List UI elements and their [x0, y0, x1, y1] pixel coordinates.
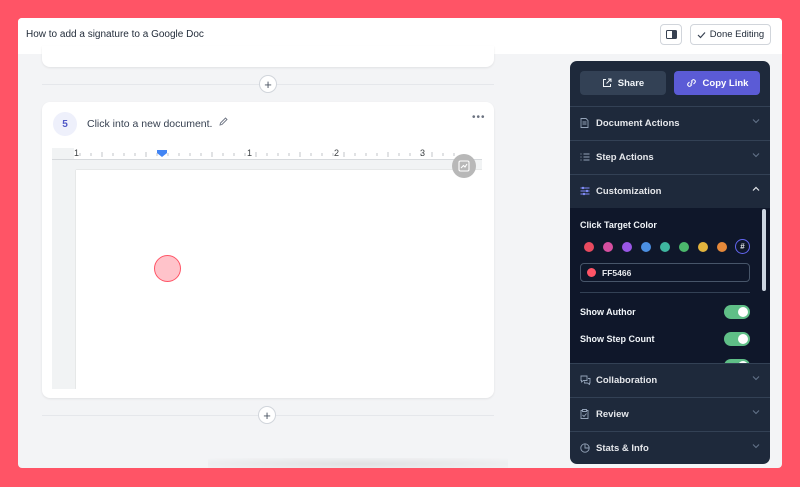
section-label: Collaboration — [596, 374, 658, 386]
share-button[interactable]: Share — [580, 71, 666, 95]
sidebar-panel-icon — [665, 30, 677, 39]
document-icon — [580, 118, 592, 128]
copy-link-label: Copy Link — [702, 77, 749, 89]
doc-ruler: 1 1 2 3 — [52, 148, 482, 160]
panel-toggle-button[interactable] — [660, 24, 682, 45]
chevron-down-icon — [752, 410, 760, 415]
chevron-down-icon — [752, 153, 760, 158]
ruler-number: 1 — [74, 148, 80, 158]
hex-value: FF5466 — [602, 267, 632, 278]
app-window: How to add a signature to a Google Doc D… — [18, 18, 782, 468]
color-swatch[interactable] — [717, 242, 727, 252]
zoom-button[interactable] — [452, 154, 476, 178]
color-swatch[interactable] — [603, 242, 613, 252]
chevron-up-icon — [752, 186, 760, 191]
indent-marker-icon — [157, 150, 167, 157]
section-label: Step Actions — [596, 151, 654, 163]
external-link-icon — [602, 78, 612, 87]
show-author-row: Show Author — [580, 304, 750, 320]
selected-color-dot — [587, 268, 596, 277]
hex-color-input[interactable]: FF5466 — [580, 263, 750, 282]
chat-icon — [580, 375, 592, 385]
link-icon — [686, 79, 696, 87]
show-step-count-row: Show Step Count — [580, 331, 750, 347]
add-step-button[interactable]: + — [259, 75, 277, 93]
check-icon — [697, 31, 706, 38]
done-editing-label: Done Editing — [709, 29, 765, 40]
pencil-icon[interactable] — [218, 116, 229, 127]
section-step-actions[interactable]: Step Actions — [570, 140, 770, 173]
plus-icon: + — [263, 407, 271, 423]
section-review[interactable]: Review — [570, 397, 770, 430]
color-swatch[interactable] — [622, 242, 632, 252]
pie-chart-icon — [580, 443, 592, 453]
hash-icon: # — [740, 242, 745, 251]
section-label: Customization — [596, 185, 662, 197]
color-swatch[interactable] — [641, 242, 651, 252]
color-swatch[interactable] — [584, 242, 594, 252]
custom-color-button[interactable]: # — [735, 239, 750, 254]
share-label: Share — [617, 77, 645, 89]
sidebar-panel: Share Copy Link Document Actions Step Ac… — [570, 61, 770, 464]
image-edit-icon — [458, 160, 470, 172]
customization-panel: Click Target Color # FF5466 Show Author … — [570, 208, 770, 363]
previous-step-card — [42, 46, 494, 67]
color-swatch[interactable] — [698, 242, 708, 252]
step-description[interactable]: Click into a new document. — [87, 118, 212, 130]
ruler-number: 1 — [247, 148, 253, 158]
color-swatch[interactable] — [660, 242, 670, 252]
color-swatch[interactable] — [679, 242, 689, 252]
section-stats-info[interactable]: Stats & Info — [570, 431, 770, 464]
chevron-down-icon — [752, 376, 760, 381]
more-options-icon[interactable]: ••• — [472, 112, 486, 123]
section-collaboration[interactable]: Collaboration — [570, 363, 770, 396]
document-title: How to add a signature to a Google Doc — [26, 29, 204, 40]
plus-icon: + — [264, 76, 272, 92]
clipboard-icon — [580, 409, 592, 419]
doc-page[interactable] — [76, 170, 482, 389]
chevron-down-icon — [752, 444, 760, 449]
click-target-marker[interactable] — [154, 255, 181, 282]
copy-link-button[interactable]: Copy Link — [674, 71, 760, 95]
section-label: Stats & Info — [596, 442, 649, 454]
section-document-actions[interactable]: Document Actions — [570, 106, 770, 139]
show-step-count-label: Show Step Count — [580, 334, 655, 344]
show-author-toggle[interactable] — [724, 305, 750, 319]
add-step-button[interactable]: + — [258, 406, 276, 424]
click-target-color-label: Click Target Color — [580, 220, 657, 230]
show-author-label: Show Author — [580, 307, 636, 317]
step-card: 5 Click into a new document. ••• 1 1 2 3 — [42, 102, 494, 398]
section-label: Review — [596, 408, 629, 420]
ruler-number: 2 — [334, 148, 340, 158]
ruler-number: 3 — [420, 148, 426, 158]
scrollbar[interactable] — [762, 209, 766, 291]
done-editing-button[interactable]: Done Editing — [690, 24, 771, 45]
sliders-icon — [580, 186, 592, 196]
divider — [580, 292, 750, 293]
section-customization[interactable]: Customization — [570, 174, 770, 207]
show-step-count-toggle[interactable] — [724, 332, 750, 346]
chevron-down-icon — [752, 119, 760, 124]
step-number-badge: 5 — [53, 112, 77, 136]
section-label: Document Actions — [596, 117, 680, 129]
list-icon — [580, 152, 592, 162]
step-screenshot[interactable]: 1 1 2 3 — [52, 148, 482, 389]
